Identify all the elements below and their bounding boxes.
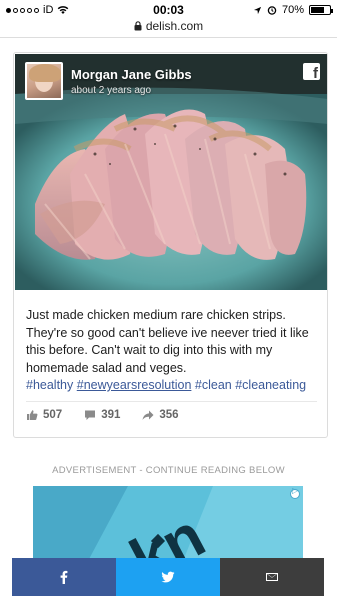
author-meta: Morgan Jane Gibbs about 2 years ago xyxy=(71,67,192,96)
location-icon xyxy=(253,6,262,14)
lock-icon xyxy=(134,21,142,31)
alarm-icon xyxy=(267,6,277,15)
clock: 00:03 xyxy=(153,3,184,17)
stats-divider xyxy=(26,401,317,402)
caption-text: Just made chicken medium rare chicken st… xyxy=(26,308,309,375)
share-bar xyxy=(12,558,324,596)
share-email-button[interactable] xyxy=(220,558,324,596)
toolbar-divider xyxy=(0,37,337,38)
like-count[interactable]: 507 xyxy=(26,409,62,421)
twitter-icon xyxy=(161,571,175,583)
status-right: 70% xyxy=(253,4,333,16)
post-author[interactable]: Morgan Jane Gibbs about 2 years ago xyxy=(25,62,192,100)
comment-count-value: 391 xyxy=(101,409,121,421)
share-arrow-icon xyxy=(142,410,154,420)
battery-fill xyxy=(311,7,324,13)
address-bar[interactable]: delish.com xyxy=(0,18,337,34)
adchoices-icon[interactable] xyxy=(290,486,300,499)
hashtag-list: #healthy #newyearsresolution #clean #cle… xyxy=(26,377,322,395)
comment-count[interactable]: 391 xyxy=(84,409,120,421)
email-icon xyxy=(266,573,278,581)
hashtag-link[interactable]: #clean xyxy=(195,378,232,392)
comment-icon xyxy=(85,410,96,420)
hashtag-link[interactable]: #healthy xyxy=(26,378,73,392)
post-timestamp: about 2 years ago xyxy=(71,84,152,96)
facebook-logo-icon[interactable] xyxy=(303,63,320,82)
share-count[interactable]: 356 xyxy=(142,409,179,421)
post-caption: Just made chicken medium rare chicken st… xyxy=(26,307,322,395)
share-facebook-button[interactable] xyxy=(12,558,116,596)
advertisement-banner[interactable]: kn xyxy=(33,486,303,561)
domain-label: delish.com xyxy=(145,19,204,33)
hashtag-link[interactable]: #cleaneating xyxy=(235,378,306,392)
facebook-icon xyxy=(60,570,68,584)
signal-icon xyxy=(6,7,39,13)
hashtag-link[interactable]: #newyearsresolution xyxy=(77,378,192,392)
status-bar: iD 00:03 70% xyxy=(0,0,337,20)
avatar[interactable] xyxy=(25,62,63,100)
wifi-icon xyxy=(58,6,69,14)
share-twitter-button[interactable] xyxy=(116,558,220,596)
carrier-name: iD xyxy=(43,4,54,16)
social-post-card: Morgan Jane Gibbs about 2 years ago Just… xyxy=(13,52,328,438)
engagement-stats: 507 391 356 xyxy=(26,409,179,421)
thumbs-up-icon xyxy=(27,410,38,420)
like-count-value: 507 xyxy=(43,409,63,421)
advertisement-label: ADVERTISEMENT - CONTINUE READING BELOW xyxy=(52,465,285,476)
status-left: iD xyxy=(6,4,69,16)
post-photo[interactable]: Morgan Jane Gibbs about 2 years ago xyxy=(15,54,327,290)
battery-percent: 70% xyxy=(281,4,304,16)
ad-graphic: kn xyxy=(33,486,303,561)
battery-icon xyxy=(309,5,333,15)
share-count-value: 356 xyxy=(159,409,179,421)
author-name[interactable]: Morgan Jane Gibbs xyxy=(71,67,192,82)
